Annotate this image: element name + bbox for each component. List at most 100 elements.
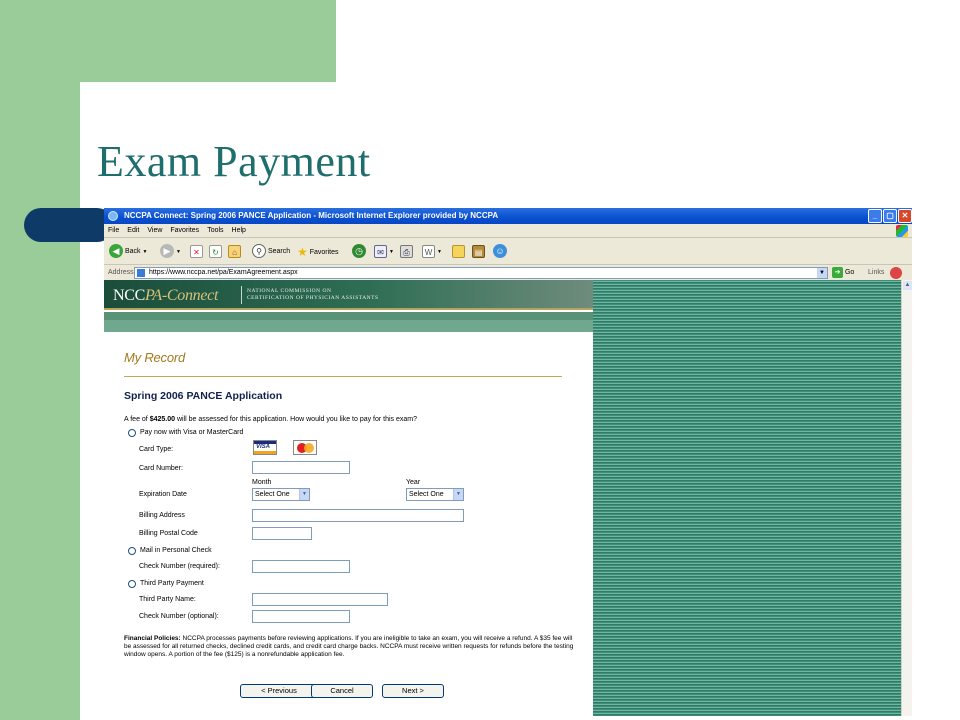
research-icon: ▤ bbox=[472, 244, 485, 258]
window-title: NCCPA Connect: Spring 2006 PANCE Applica… bbox=[124, 211, 499, 220]
menu-tools[interactable]: Tools bbox=[203, 224, 227, 238]
back-label: Back bbox=[124, 248, 141, 255]
third-party-name-input[interactable] bbox=[252, 593, 388, 606]
financial-policies: Financial Policies: NCCPA processes paym… bbox=[124, 635, 574, 659]
billing-postal-input[interactable] bbox=[252, 527, 312, 540]
stop-button[interactable]: ✕ bbox=[190, 244, 203, 260]
mail-icon: ✉ bbox=[374, 244, 387, 258]
option-pay-card-label: Pay now with Visa or MasterCard bbox=[140, 429, 244, 436]
billing-postal-label: Billing Postal Code bbox=[139, 530, 198, 537]
radio-pay-card[interactable] bbox=[128, 429, 136, 437]
history-button[interactable]: ◷ bbox=[352, 244, 366, 260]
chevron-down-icon: ▼ bbox=[175, 249, 181, 255]
chevron-down-icon: ▼ bbox=[142, 249, 148, 255]
refresh-button[interactable]: ↻ bbox=[209, 244, 222, 260]
links-button[interactable]: Links bbox=[868, 266, 884, 280]
chevron-down-icon[interactable]: ▼ bbox=[817, 268, 827, 278]
mail-button[interactable]: ✉ ▼ bbox=[374, 244, 394, 260]
section-divider bbox=[124, 376, 562, 377]
previous-button[interactable]: < Previous bbox=[240, 684, 318, 698]
org-line-2: Certification of Physician Assistants bbox=[247, 295, 379, 301]
check-number-required-input[interactable] bbox=[252, 560, 350, 573]
chevron-down-icon: ▼ bbox=[453, 489, 463, 500]
favorites-label: Favorites bbox=[309, 248, 339, 256]
forward-button[interactable]: ▶ ▼ bbox=[160, 244, 181, 260]
menu-edit[interactable]: Edit bbox=[123, 224, 143, 238]
toolbar-extension-icon[interactable] bbox=[890, 267, 902, 279]
home-button[interactable]: ⌂ bbox=[228, 244, 241, 260]
radio-third-party[interactable] bbox=[128, 580, 136, 588]
slide-accent-left bbox=[0, 0, 80, 720]
close-button[interactable]: ✕ bbox=[898, 209, 912, 223]
back-arrow-icon: ◀ bbox=[109, 244, 123, 259]
scroll-up-icon[interactable]: ▲ bbox=[903, 281, 912, 290]
search-icon: ⚲ bbox=[252, 244, 266, 259]
go-arrow-icon: ➔ bbox=[832, 266, 843, 278]
logo-accent: PA-Connect bbox=[145, 287, 219, 304]
windows-flag-icon bbox=[896, 225, 908, 237]
fee-text: A fee of $425.00 will be assessed for th… bbox=[124, 416, 418, 423]
folder-button[interactable] bbox=[452, 244, 465, 260]
window-titlebar[interactable]: NCCPA Connect: Spring 2006 PANCE Applica… bbox=[104, 208, 912, 224]
expiration-label: Expiration Date bbox=[139, 491, 187, 498]
chevron-down-icon: ▼ bbox=[299, 489, 309, 500]
fee-amount: $425.00 bbox=[149, 416, 175, 423]
web-page: NCCPA-Connect National Commission on Cer… bbox=[104, 280, 901, 716]
next-button[interactable]: Next > bbox=[382, 684, 444, 698]
menu-help[interactable]: Help bbox=[228, 224, 250, 238]
check-number-required-label: Check Number (required): bbox=[139, 563, 220, 570]
card-type-label: Card Type: bbox=[139, 446, 174, 453]
site-logo[interactable]: NCCPA-Connect bbox=[113, 287, 218, 305]
print-button[interactable]: ⎙ bbox=[400, 244, 413, 260]
page-icon bbox=[137, 269, 145, 277]
visa-card-logo: VISA bbox=[253, 440, 277, 455]
option-personal-check-label: Mail in Personal Check bbox=[140, 547, 212, 554]
browser-window: NCCPA Connect: Spring 2006 PANCE Applica… bbox=[104, 208, 912, 716]
year-label: Year bbox=[406, 479, 421, 486]
menu-bar: File Edit View Favorites Tools Help bbox=[104, 224, 912, 238]
address-bar: Address https://www.nccpa.net/pa/ExamAgr… bbox=[104, 266, 912, 280]
card-number-label: Card Number: bbox=[139, 465, 183, 472]
back-button[interactable]: ◀ Back ▼ bbox=[109, 244, 147, 260]
slide-decorative-pill bbox=[24, 208, 114, 242]
option-third-party-label: Third Party Payment bbox=[140, 580, 204, 587]
edit-button[interactable]: W ▼ bbox=[422, 244, 442, 260]
page-background-pattern bbox=[593, 280, 901, 716]
menu-file[interactable]: File bbox=[104, 224, 123, 238]
cancel-button[interactable]: Cancel bbox=[311, 684, 373, 698]
month-select[interactable]: Select One ▼ bbox=[252, 488, 310, 501]
menu-view[interactable]: View bbox=[143, 224, 166, 238]
nav-strip-top bbox=[104, 312, 593, 320]
third-party-name-label: Third Party Name: bbox=[139, 596, 196, 603]
print-icon: ⎙ bbox=[400, 244, 413, 258]
card-number-input[interactable] bbox=[252, 461, 350, 474]
minimize-button[interactable]: _ bbox=[868, 209, 882, 223]
site-banner: NCCPA-Connect National Commission on Cer… bbox=[104, 280, 593, 310]
billing-address-input[interactable] bbox=[252, 509, 464, 522]
search-label: Search bbox=[267, 248, 291, 255]
org-line-1: National Commission on bbox=[247, 288, 332, 294]
favorites-button[interactable]: ★ Favorites bbox=[297, 244, 339, 260]
organization-name: National Commission on Certification of … bbox=[247, 288, 379, 302]
refresh-icon: ↻ bbox=[209, 244, 222, 258]
history-icon: ◷ bbox=[352, 244, 366, 259]
policy-text: NCCPA processes payments before reviewin… bbox=[124, 635, 574, 658]
go-button[interactable]: ➔ Go bbox=[832, 266, 854, 280]
month-label: Month bbox=[252, 479, 272, 486]
policy-heading: Financial Policies: bbox=[124, 635, 181, 642]
payment-form: My Record Spring 2006 PANCE Application … bbox=[104, 332, 593, 716]
radio-personal-check[interactable] bbox=[128, 547, 136, 555]
address-input[interactable]: https://www.nccpa.net/pa/ExamAgreement.a… bbox=[134, 267, 828, 279]
menu-favorites[interactable]: Favorites bbox=[166, 224, 203, 238]
maximize-button[interactable]: ▢ bbox=[883, 209, 897, 223]
section-heading: My Record bbox=[124, 350, 186, 365]
messenger-button[interactable]: ☺ bbox=[493, 244, 507, 260]
search-button[interactable]: ⚲ Search bbox=[252, 244, 290, 260]
mastercard-logo bbox=[293, 440, 317, 455]
year-select[interactable]: Select One ▼ bbox=[406, 488, 464, 501]
check-number-optional-input[interactable] bbox=[252, 610, 350, 623]
vertical-scrollbar[interactable]: ▲ bbox=[901, 280, 912, 716]
ie-logo-icon bbox=[108, 211, 118, 221]
research-button[interactable]: ▤ bbox=[472, 244, 485, 260]
address-label: Address bbox=[108, 269, 134, 276]
